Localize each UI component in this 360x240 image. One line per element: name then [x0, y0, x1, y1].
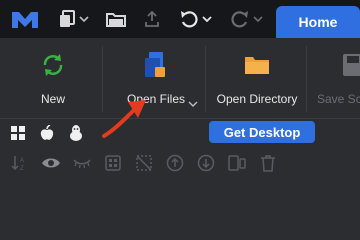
upload-icon[interactable]	[141, 8, 163, 30]
divider	[205, 46, 206, 112]
svg-text:Z: Z	[20, 166, 24, 172]
open-folder-icon[interactable]	[105, 8, 127, 30]
eye-icon[interactable]	[41, 153, 61, 173]
folder-icon	[244, 52, 270, 78]
platform-row: Get Desktop	[0, 118, 360, 148]
new-button[interactable]: New	[22, 38, 84, 118]
arrow-down-circle-icon[interactable]	[196, 153, 216, 173]
grid-select-icon[interactable]	[103, 153, 123, 173]
save-icon	[342, 52, 360, 78]
new-document-icon[interactable]	[56, 8, 78, 30]
refresh-icon	[40, 52, 66, 78]
tab-home[interactable]: Home	[276, 6, 360, 38]
hide-icon[interactable]	[72, 153, 92, 173]
get-desktop-button[interactable]: Get Desktop	[209, 121, 315, 143]
new-label: New	[40, 92, 65, 106]
chevron-down-icon[interactable]	[251, 8, 265, 30]
open-files-icon	[143, 52, 169, 78]
chevron-down-icon[interactable]	[188, 94, 200, 107]
ribbon-toolbar: New Open Files Open Directory Save Sc	[0, 38, 360, 119]
open-directory-button[interactable]: Open Directory	[212, 38, 302, 118]
chevron-down-icon[interactable]	[200, 8, 214, 30]
app-logo-icon[interactable]	[10, 7, 40, 31]
open-directory-label: Open Directory	[216, 92, 298, 106]
linux-icon[interactable]	[67, 124, 85, 142]
divider	[306, 46, 307, 112]
windows-icon[interactable]	[9, 124, 27, 142]
top-bar: Home	[0, 0, 360, 38]
annotation-arrow-icon	[102, 100, 146, 138]
redo-icon[interactable]	[229, 8, 251, 30]
crop-icon[interactable]	[134, 153, 154, 173]
chevron-down-icon[interactable]	[77, 8, 91, 30]
svg-text:A: A	[20, 158, 24, 164]
tool-row: A Z	[0, 148, 360, 178]
save-scene-label: Save Sce	[317, 92, 360, 106]
save-scene-button[interactable]: Save Sce	[312, 38, 360, 118]
apple-icon[interactable]	[38, 124, 56, 142]
arrow-up-circle-icon[interactable]	[165, 153, 185, 173]
trash-icon[interactable]	[258, 153, 278, 173]
undo-icon[interactable]	[178, 8, 200, 30]
sort-az-icon[interactable]: A Z	[10, 153, 30, 173]
split-view-icon[interactable]	[227, 153, 247, 173]
